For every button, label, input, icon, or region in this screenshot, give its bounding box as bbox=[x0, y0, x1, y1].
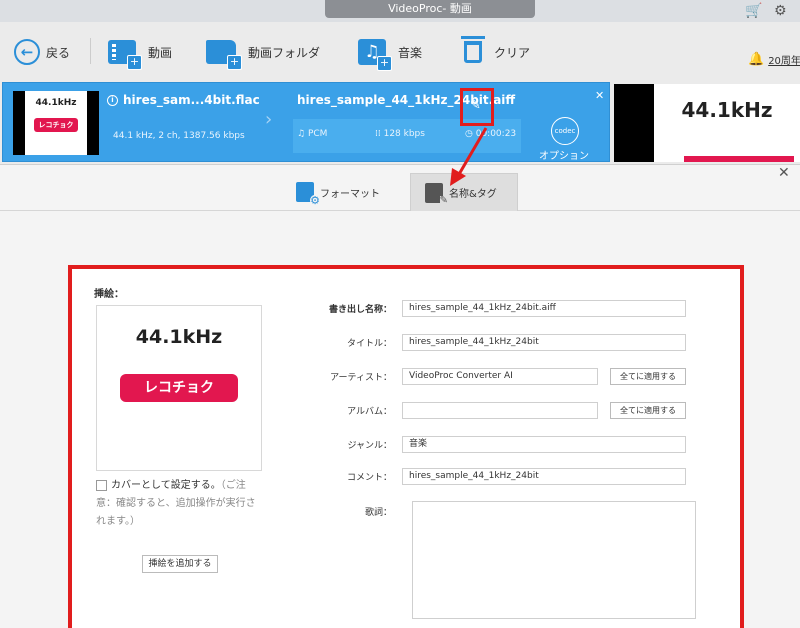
source-meta: 44.1 kHz, 2 ch, 1387.56 kbps bbox=[113, 131, 245, 141]
album-field[interactable] bbox=[402, 401, 598, 419]
gear-icon[interactable]: ⚙ bbox=[774, 2, 787, 20]
export-name-label: 書き出し名称： bbox=[328, 304, 392, 315]
task-list: 44.1kHz レコチョク i hires_sam...4bit.flac 44… bbox=[0, 82, 800, 164]
artist-apply-all-button[interactable]: 全てに適用する bbox=[610, 367, 686, 385]
album-label: アルバム： bbox=[347, 406, 392, 417]
anniversary-label: 20周年感 bbox=[768, 56, 800, 67]
back-icon: ← bbox=[14, 39, 40, 65]
cover-note-2: 意：確認すると、追加操作が実行さ bbox=[96, 498, 256, 509]
trash-icon bbox=[461, 36, 485, 63]
artist-row: アーティスト： VideoProc Converter AI 全てに適用する bbox=[302, 367, 686, 385]
chevron-right-icon: › bbox=[265, 109, 273, 130]
task-thumbnail: 44.1kHz レコチョク bbox=[13, 91, 99, 155]
album-apply-all-button[interactable]: 全てに適用する bbox=[610, 401, 686, 419]
bell-icon: 🔔 bbox=[748, 52, 765, 67]
edit-pencil-icon[interactable]: ✎ bbox=[470, 98, 481, 113]
add-video-label: 動画 bbox=[148, 45, 173, 60]
genre-field[interactable]: 音楽 bbox=[402, 435, 686, 453]
export-name-row: 書き出し名称： hires_sample_44_1kHz_24bit.aiff bbox=[302, 299, 686, 317]
artwork-freq: 44.1kHz bbox=[135, 326, 223, 348]
codec-icon[interactable]: codec bbox=[551, 117, 579, 145]
music-add-icon: ♫ bbox=[358, 39, 392, 71]
cover-checkbox-row: カバーとして設定する。（ご注 意：確認すると、追加操作が実行さ れます。） bbox=[96, 477, 268, 531]
toolbar-divider bbox=[90, 38, 91, 64]
add-video-button[interactable]: 動画 bbox=[108, 32, 172, 72]
preview-panel: 44.1kHz bbox=[614, 84, 800, 162]
lyrics-label: 歌詞： bbox=[364, 508, 392, 518]
thumbnail-freq: 44.1kHz bbox=[35, 98, 77, 108]
clear-button[interactable]: クリア bbox=[461, 32, 531, 72]
cover-note-3: れます。） bbox=[96, 516, 140, 527]
source-file-label: hires_sam...4bit.flac bbox=[123, 93, 260, 107]
option-button[interactable]: オプション bbox=[539, 147, 589, 162]
bitrate-info: ⁞⁞ 128 kbps bbox=[375, 129, 425, 139]
preview-logo-strip bbox=[684, 156, 794, 162]
artwork-label: 挿絵： bbox=[94, 289, 124, 300]
back-label: 戻る bbox=[46, 45, 71, 60]
cover-checkbox[interactable] bbox=[96, 479, 107, 491]
dialog-tabs: フォーマット 名称&タグ bbox=[0, 173, 800, 211]
genre-label: ジャンル： bbox=[347, 440, 392, 451]
audio-codec-info: ♫ PCM bbox=[297, 129, 328, 139]
title-row: タイトル： hires_sample_44_1kHz_24bit bbox=[302, 333, 686, 351]
add-video-folder-button[interactable]: 動画フォルダ bbox=[206, 32, 320, 72]
preview-freq: 44.1kHz bbox=[681, 98, 773, 122]
artist-field[interactable]: VideoProc Converter AI bbox=[402, 367, 598, 385]
add-music-button[interactable]: ♫ 音楽 bbox=[358, 32, 422, 72]
add-video-folder-label: 動画フォルダ bbox=[248, 45, 321, 60]
tab-format-label: フォーマット bbox=[320, 188, 380, 200]
video-add-icon bbox=[108, 40, 142, 70]
info-icon[interactable]: i bbox=[107, 94, 118, 106]
comment-label: コメント： bbox=[346, 472, 392, 483]
title-field[interactable]: hires_sample_44_1kHz_24bit bbox=[402, 333, 686, 351]
task-item[interactable]: 44.1kHz レコチョク i hires_sam...4bit.flac 44… bbox=[2, 82, 610, 162]
window-title: VideoProc- 動画 bbox=[325, 0, 535, 18]
main-toolbar: ← 戻る 動画 動画フォルダ ♫ 音楽 クリア 🔔 20周年感 bbox=[0, 22, 800, 82]
close-icon[interactable]: ✕ bbox=[595, 89, 604, 102]
red-arrow-annotation bbox=[450, 127, 488, 186]
source-file-name: i hires_sam...4bit.flac bbox=[107, 93, 260, 107]
format-icon bbox=[296, 182, 320, 206]
artist-label: アーティスト： bbox=[330, 372, 392, 383]
artwork-logo: レコチョク bbox=[120, 374, 238, 402]
cover-note-1: （ご注 bbox=[220, 480, 246, 491]
cover-checkbox-label[interactable]: カバーとして設定する。 bbox=[111, 480, 221, 491]
album-row: アルバム： 全てに適用する bbox=[302, 401, 686, 419]
cart-icon[interactable]: 🛒 bbox=[745, 2, 762, 20]
add-artwork-button[interactable]: 挿絵を追加する bbox=[142, 555, 218, 573]
back-button[interactable]: ← 戻る bbox=[14, 32, 70, 72]
comment-row: コメント： hires_sample_44_1kHz_24bit bbox=[302, 467, 686, 485]
lyrics-field[interactable] bbox=[412, 501, 696, 619]
thumbnail-logo: レコチョク bbox=[34, 118, 78, 132]
genre-row: ジャンル： 音楽 bbox=[302, 435, 686, 453]
name-tag-panel: 挿絵： 44.1kHz レコチョク カバーとして設定する。（ご注 意：確認すると… bbox=[68, 265, 744, 628]
add-music-label: 音楽 bbox=[398, 45, 423, 60]
comment-field[interactable]: hires_sample_44_1kHz_24bit bbox=[402, 467, 686, 485]
tab-format[interactable]: フォーマット bbox=[282, 173, 394, 211]
anniversary-link[interactable]: 🔔 20周年感 bbox=[748, 52, 800, 67]
clear-label: クリア bbox=[494, 45, 531, 60]
artwork-image: 44.1kHz レコチョク bbox=[96, 305, 262, 471]
folder-add-icon bbox=[206, 40, 242, 70]
title-label: タイトル： bbox=[346, 338, 392, 349]
title-bar: VideoProc- 動画 🛒 ⚙ bbox=[0, 0, 800, 22]
export-name-field[interactable]: hires_sample_44_1kHz_24bit.aiff bbox=[402, 299, 686, 317]
edit-dialog: ✕ フォーマット 名称&タグ 挿絵： 44.1kHz レコチョク カバーとして設… bbox=[0, 164, 800, 628]
